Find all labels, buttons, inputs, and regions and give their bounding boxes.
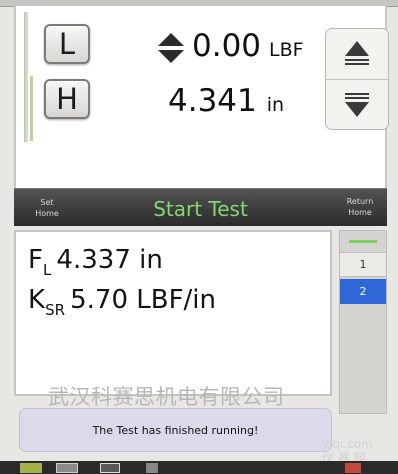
- test-list-indicator: [349, 240, 377, 243]
- status-message: The Test has finished running!: [19, 408, 332, 452]
- force-value: 0.00: [192, 28, 262, 64]
- fl-subscript: L: [42, 261, 52, 279]
- test-list-item-selected[interactable]: 2: [340, 279, 386, 304]
- return-home-label-line2: Home: [348, 208, 372, 217]
- force-unit: LBF: [269, 39, 304, 61]
- test-list-item[interactable]: 1: [340, 252, 386, 277]
- fl-value: 4.337 in: [56, 245, 163, 275]
- home-icon[interactable]: [20, 463, 42, 473]
- side-indicator-fill: [30, 76, 33, 141]
- document-icon[interactable]: [56, 463, 78, 473]
- limit-high-button[interactable]: H: [44, 79, 90, 119]
- return-home-label-line1: Return: [346, 197, 374, 206]
- site-watermark-url: yiqi.com: [322, 437, 373, 451]
- limit-low-label: L: [58, 27, 76, 61]
- start-test-button[interactable]: Start Test: [14, 197, 387, 221]
- displacement-readout: 4.341 in: [168, 83, 284, 119]
- fl-symbol: F: [28, 245, 43, 275]
- spring-rate-result: KSR 5.70 LBF/in: [28, 285, 217, 319]
- test-list-header: [340, 231, 386, 249]
- menu-icon[interactable]: [146, 463, 158, 473]
- close-icon[interactable]: [345, 463, 361, 473]
- ksr-subscript: SR: [45, 301, 66, 319]
- bottom-taskbar: [0, 461, 398, 474]
- jog-down-button[interactable]: [326, 79, 388, 129]
- return-home-button[interactable]: Return Home: [334, 196, 386, 218]
- side-indicator: [24, 12, 28, 142]
- command-toolbar: Set Home Start Test Return Home: [14, 188, 387, 226]
- limit-low-button[interactable]: L: [44, 24, 90, 64]
- ksr-symbol: K: [28, 285, 46, 315]
- jog-button-group: [325, 28, 389, 130]
- limit-high-label: H: [56, 82, 78, 116]
- down-arrow-icon: [345, 93, 369, 117]
- company-watermark: 武汉科赛思机电有限公司: [48, 385, 285, 409]
- up-arrow-icon: [345, 41, 369, 65]
- readout-panel: L H 0.00 LBF 4.341 in: [14, 6, 389, 188]
- ksr-value: 5.70 LBF/in: [70, 285, 217, 315]
- force-readout: 0.00 LBF: [156, 28, 304, 64]
- grid-icon[interactable]: [100, 463, 120, 473]
- displacement-unit: in: [266, 94, 285, 116]
- jog-up-button[interactable]: [326, 29, 388, 80]
- free-length-result: FL 4.337 in: [28, 245, 163, 279]
- results-panel: FL 4.337 in KSR 5.70 LBF/in: [14, 230, 332, 396]
- displacement-value: 4.341: [168, 83, 257, 119]
